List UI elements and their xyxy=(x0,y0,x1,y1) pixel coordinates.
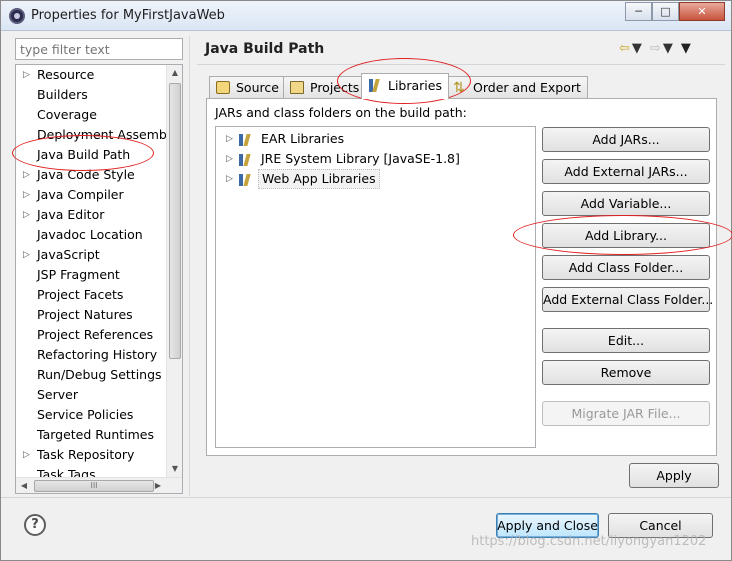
expand-arrow-icon[interactable]: ▷ xyxy=(226,149,233,169)
vertical-scrollbar[interactable]: ▲ ▼ xyxy=(166,65,182,477)
nav-item-service-policies[interactable]: Service Policies xyxy=(16,405,168,425)
add-class-folder-button[interactable]: Add Class Folder... xyxy=(542,255,710,280)
property-page-list: ▷ Resource Builders Coverage Deployment … xyxy=(16,65,168,477)
window-title: Properties for MyFirstJavaWeb xyxy=(31,8,225,23)
window-controls: ─ □ ✕ xyxy=(625,2,725,21)
nav-item-builders[interactable]: Builders xyxy=(16,85,168,105)
nav-item-java-code-style[interactable]: ▷ Java Code Style xyxy=(16,165,168,185)
back-arrow-icon[interactable]: ⇦ xyxy=(619,41,630,56)
nav-item-java-compiler[interactable]: ▷ Java Compiler xyxy=(16,185,168,205)
scroll-up-arrow-icon[interactable]: ▲ xyxy=(167,65,182,81)
expand-arrow-icon[interactable]: ▷ xyxy=(226,169,233,189)
tab-order-and-export[interactable]: Order and Export xyxy=(446,76,588,99)
library-icon xyxy=(238,173,254,186)
nav-item-coverage[interactable]: Coverage xyxy=(16,105,168,125)
header-separator xyxy=(197,64,725,65)
add-variable-button[interactable]: Add Variable... xyxy=(542,191,710,216)
add-library-button[interactable]: Add Library... xyxy=(542,223,710,248)
source-folder-icon xyxy=(216,81,230,94)
filter-input[interactable] xyxy=(15,38,183,60)
nav-item-jsp-fragment[interactable]: JSP Fragment xyxy=(16,265,168,285)
edit-button[interactable]: Edit... xyxy=(542,328,710,353)
maximize-button[interactable]: □ xyxy=(652,2,679,21)
history-navigation: ⇦ ▼ ⇨ ▼ ▼ xyxy=(619,41,691,56)
nav-item-targeted-runtimes[interactable]: Targeted Runtimes xyxy=(16,425,168,445)
library-icon xyxy=(238,153,254,166)
page-title: Java Build Path xyxy=(205,41,325,57)
nav-item-server[interactable]: Server xyxy=(16,385,168,405)
libraries-icon xyxy=(368,79,382,92)
watermark: https://blog.csdn.net/liyongyan1202 xyxy=(471,534,707,549)
nav-item-project-references[interactable]: Project References xyxy=(16,325,168,345)
minimize-button[interactable]: ─ xyxy=(625,2,652,21)
expand-arrow-icon[interactable]: ▷ xyxy=(23,445,30,465)
scroll-down-arrow-icon[interactable]: ▼ xyxy=(167,461,182,477)
expand-arrow-icon[interactable]: ▷ xyxy=(23,165,30,185)
remove-button[interactable]: Remove xyxy=(542,360,710,385)
add-jars-button[interactable]: Add JARs... xyxy=(542,127,710,152)
nav-item-deployment-assembly[interactable]: Deployment Assembly xyxy=(16,125,168,145)
footer-separator xyxy=(1,497,731,498)
expand-arrow-icon[interactable]: ▷ xyxy=(23,185,30,205)
view-menu-icon[interactable]: ▼ xyxy=(681,41,691,56)
title-bar[interactable]: Properties for MyFirstJavaWeb ─ □ ✕ xyxy=(1,1,731,31)
add-external-jars-button[interactable]: Add External JARs... xyxy=(542,159,710,184)
scroll-left-arrow-icon[interactable]: ◀ xyxy=(16,478,32,493)
nav-item-project-natures[interactable]: Project Natures xyxy=(16,305,168,325)
add-external-class-folder-button[interactable]: Add External Class Folder... xyxy=(542,287,713,312)
nav-item-resource[interactable]: ▷ Resource xyxy=(16,65,168,85)
order-export-icon xyxy=(453,78,467,99)
nav-item-java-editor[interactable]: ▷ Java Editor xyxy=(16,205,168,225)
nav-item-run-debug-settings[interactable]: Run/Debug Settings xyxy=(16,365,168,385)
migrate-jar-file-button[interactable]: Migrate JAR File... xyxy=(542,401,710,426)
nav-item-refactoring-history[interactable]: Refactoring History xyxy=(16,345,168,365)
horizontal-scrollbar[interactable]: ◀ III ▶ xyxy=(16,477,182,493)
apply-button[interactable]: Apply xyxy=(629,463,719,488)
nav-item-project-facets[interactable]: Project Facets xyxy=(16,285,168,305)
pane-divider[interactable] xyxy=(189,36,190,496)
close-button[interactable]: ✕ xyxy=(679,2,725,21)
nav-item-javascript[interactable]: ▷ JavaScript xyxy=(16,245,168,265)
expand-arrow-icon[interactable]: ▷ xyxy=(226,129,233,149)
nav-item-javadoc-location[interactable]: Javadoc Location xyxy=(16,225,168,245)
tab-source[interactable]: Source xyxy=(209,76,286,98)
projects-icon xyxy=(290,81,304,94)
nav-item-task-tags[interactable]: Task Tags xyxy=(16,465,168,477)
eclipse-app-icon xyxy=(9,8,25,24)
expand-arrow-icon[interactable]: ▷ xyxy=(23,65,30,85)
expand-arrow-icon[interactable]: ▷ xyxy=(23,205,30,225)
nav-item-java-build-path[interactable]: Java Build Path xyxy=(16,145,168,165)
expand-arrow-icon[interactable]: ▷ xyxy=(23,245,30,265)
scroll-right-arrow-icon[interactable]: ▶ xyxy=(150,478,166,493)
tab-projects[interactable]: Projects xyxy=(283,76,367,98)
tab-libraries[interactable]: Libraries xyxy=(361,73,449,99)
vertical-scroll-thumb[interactable] xyxy=(169,83,181,359)
back-dropdown-icon[interactable]: ▼ xyxy=(632,41,642,56)
nav-item-task-repository[interactable]: ▷ Task Repository xyxy=(16,445,168,465)
forward-dropdown-icon[interactable]: ▼ xyxy=(663,41,673,56)
forward-arrow-icon[interactable]: ⇨ xyxy=(650,41,661,56)
properties-dialog: Properties for MyFirstJavaWeb ─ □ ✕ ▷ Re… xyxy=(0,0,732,561)
panel-label: JARs and class folders on the build path… xyxy=(215,105,467,120)
horizontal-scroll-thumb[interactable]: III xyxy=(34,480,154,492)
library-icon xyxy=(238,133,254,146)
property-page-tree[interactable]: ▷ Resource Builders Coverage Deployment … xyxy=(15,64,183,494)
help-icon[interactable]: ? xyxy=(24,514,46,536)
build-path-library-tree[interactable]: ▷ EAR Libraries ▷ JRE System Library [Ja… xyxy=(215,126,536,448)
